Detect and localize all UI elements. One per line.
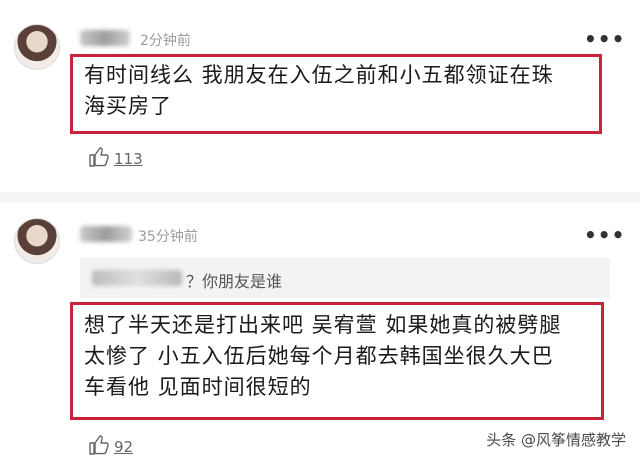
thumbs-up-icon[interactable] xyxy=(88,434,110,456)
comment-text-line: 想了半天还是打出来吧 吴宥萱 如果她真的被劈腿 xyxy=(84,313,562,337)
comment-time: 35分钟前 xyxy=(138,229,198,245)
comment-1: 2分钟前 ••• 有时间线么 我朋友在入伍之前和小五都领证在珠 海买房了 113 xyxy=(0,0,640,200)
like-count[interactable]: 113 xyxy=(114,150,143,168)
username-blurred[interactable] xyxy=(80,30,130,46)
comment-text-line: 海买房了 xyxy=(84,94,172,118)
comment-text-line: 有时间线么 我朋友在入伍之前和小五都领证在珠 xyxy=(84,63,554,87)
comment-text-line: 车看他 见面时间很短的 xyxy=(84,375,312,399)
quoted-username-blurred xyxy=(92,270,182,286)
username-blurred[interactable] xyxy=(80,226,132,242)
comment-2: 35分钟前 ••• ？你朋友是谁 想了半天还是打出来吧 吴宥萱 如果她真的被劈腿… xyxy=(0,202,640,464)
comment-text-line: 太惨了 小五入伍后她每个月都去韩国坐很久大巴 xyxy=(84,344,554,368)
more-options-icon[interactable]: ••• xyxy=(584,29,625,49)
comment-text: 想了半天还是打出来吧 吴宥萱 如果她真的被劈腿 太惨了 小五入伍后她每个月都去韩… xyxy=(84,310,598,403)
avatar[interactable] xyxy=(14,24,60,70)
comment-text: 有时间线么 我朋友在入伍之前和小五都领证在珠 海买房了 xyxy=(84,60,594,122)
avatar[interactable] xyxy=(14,218,60,264)
divider xyxy=(0,192,640,202)
comment-time: 2分钟前 xyxy=(140,33,191,49)
quoted-reply-text: ？你朋友是谁 xyxy=(186,272,283,291)
thumbs-up-icon[interactable] xyxy=(88,146,110,168)
watermark: 头条 @风筝情感教学 xyxy=(486,431,626,449)
like-count[interactable]: 92 xyxy=(114,438,133,456)
more-options-icon[interactable]: ••• xyxy=(584,225,625,245)
